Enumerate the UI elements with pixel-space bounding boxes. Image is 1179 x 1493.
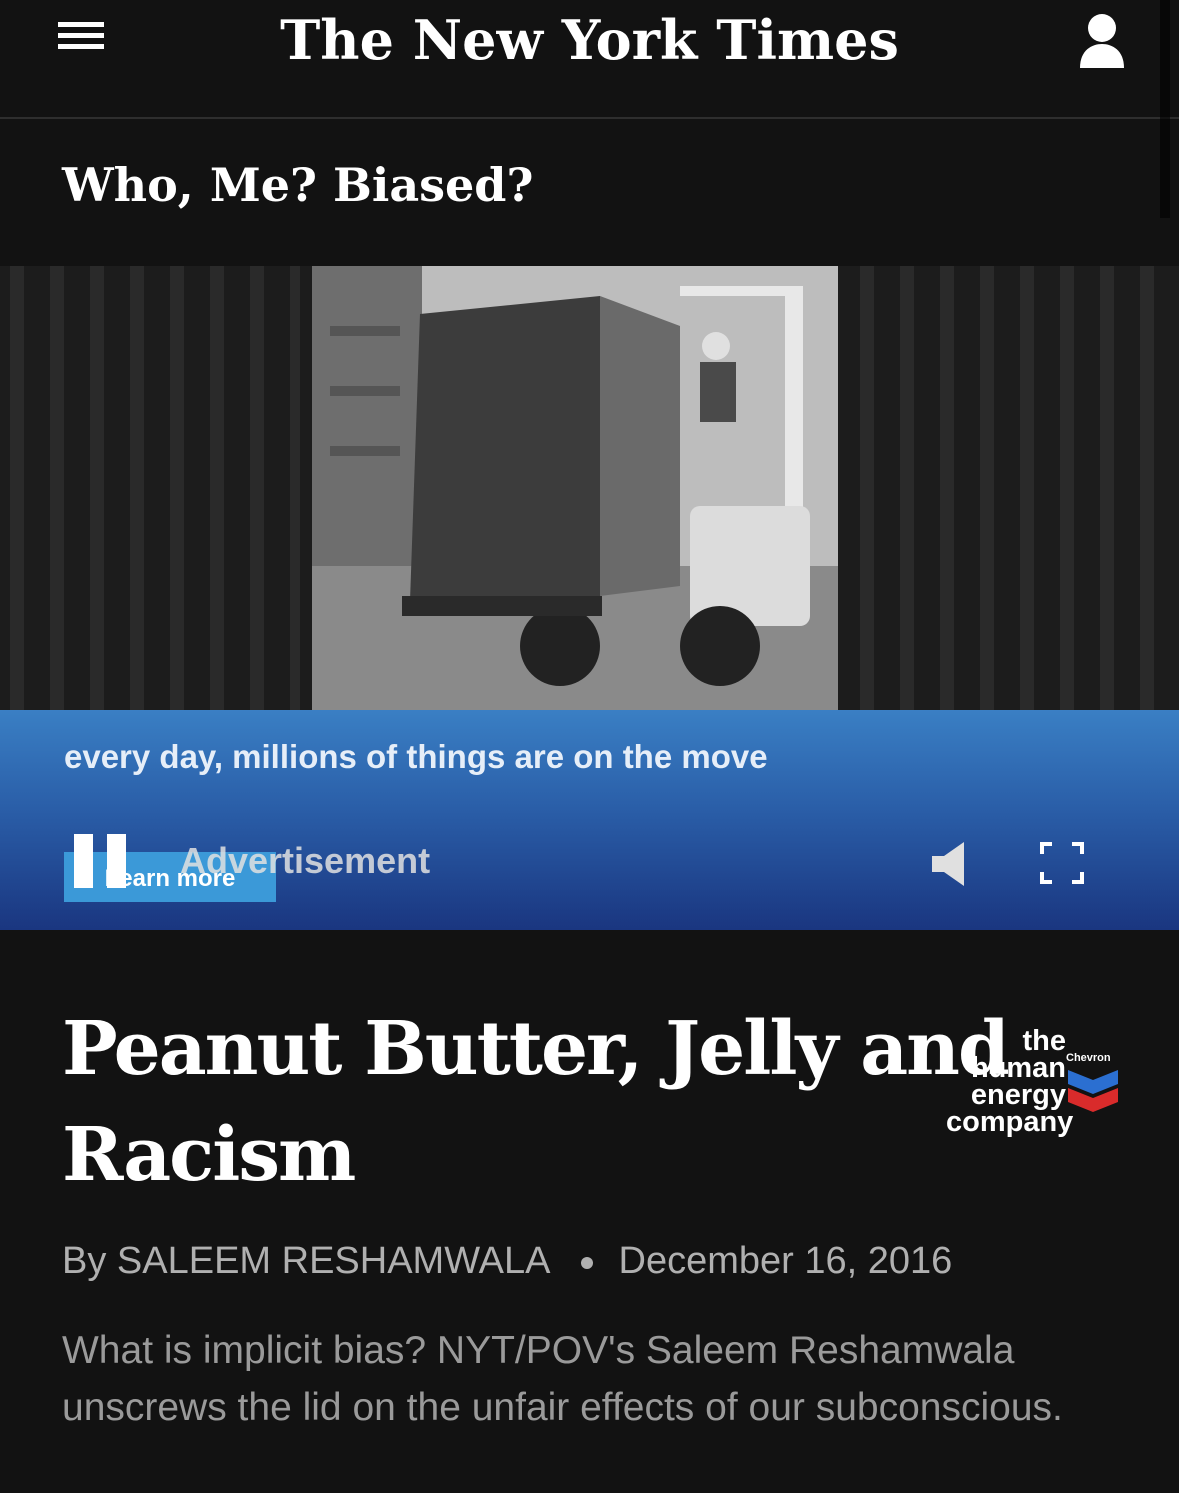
advertisement-label: Advertisement — [180, 840, 431, 881]
speaker-mute-icon[interactable] — [930, 840, 968, 888]
pause-icon[interactable] — [74, 834, 128, 888]
author-name[interactable]: By SALEEM RESHAMWALA — [62, 1240, 551, 1282]
page-scrollbar[interactable] — [1160, 0, 1170, 218]
fullscreen-icon[interactable] — [1038, 840, 1086, 886]
section-title: Who, Me? Biased? — [62, 158, 534, 212]
video-advertisement[interactable]: every day, millions of things are on the… — [0, 266, 1179, 1137]
ad-tagline: every day, millions of things are on the… — [64, 738, 768, 775]
site-logo[interactable]: The New York Times — [0, 2, 1179, 78]
article-headline: Peanut Butter, Jelly and Racism — [62, 1006, 1010, 1198]
separator-dot — [580, 1256, 593, 1269]
user-account-icon[interactable] — [1078, 12, 1126, 70]
article-byline: By SALEEM RESHAMWALA December 16, 2016 — [62, 1240, 952, 1283]
article-summary: What is implicit bias? NYT/POV's Saleem … — [62, 1329, 1063, 1429]
publish-date: December 16, 2016 — [618, 1240, 953, 1282]
ad-video-frame — [0, 266, 1179, 710]
top-nav-bar: The New York Times — [0, 0, 1179, 119]
